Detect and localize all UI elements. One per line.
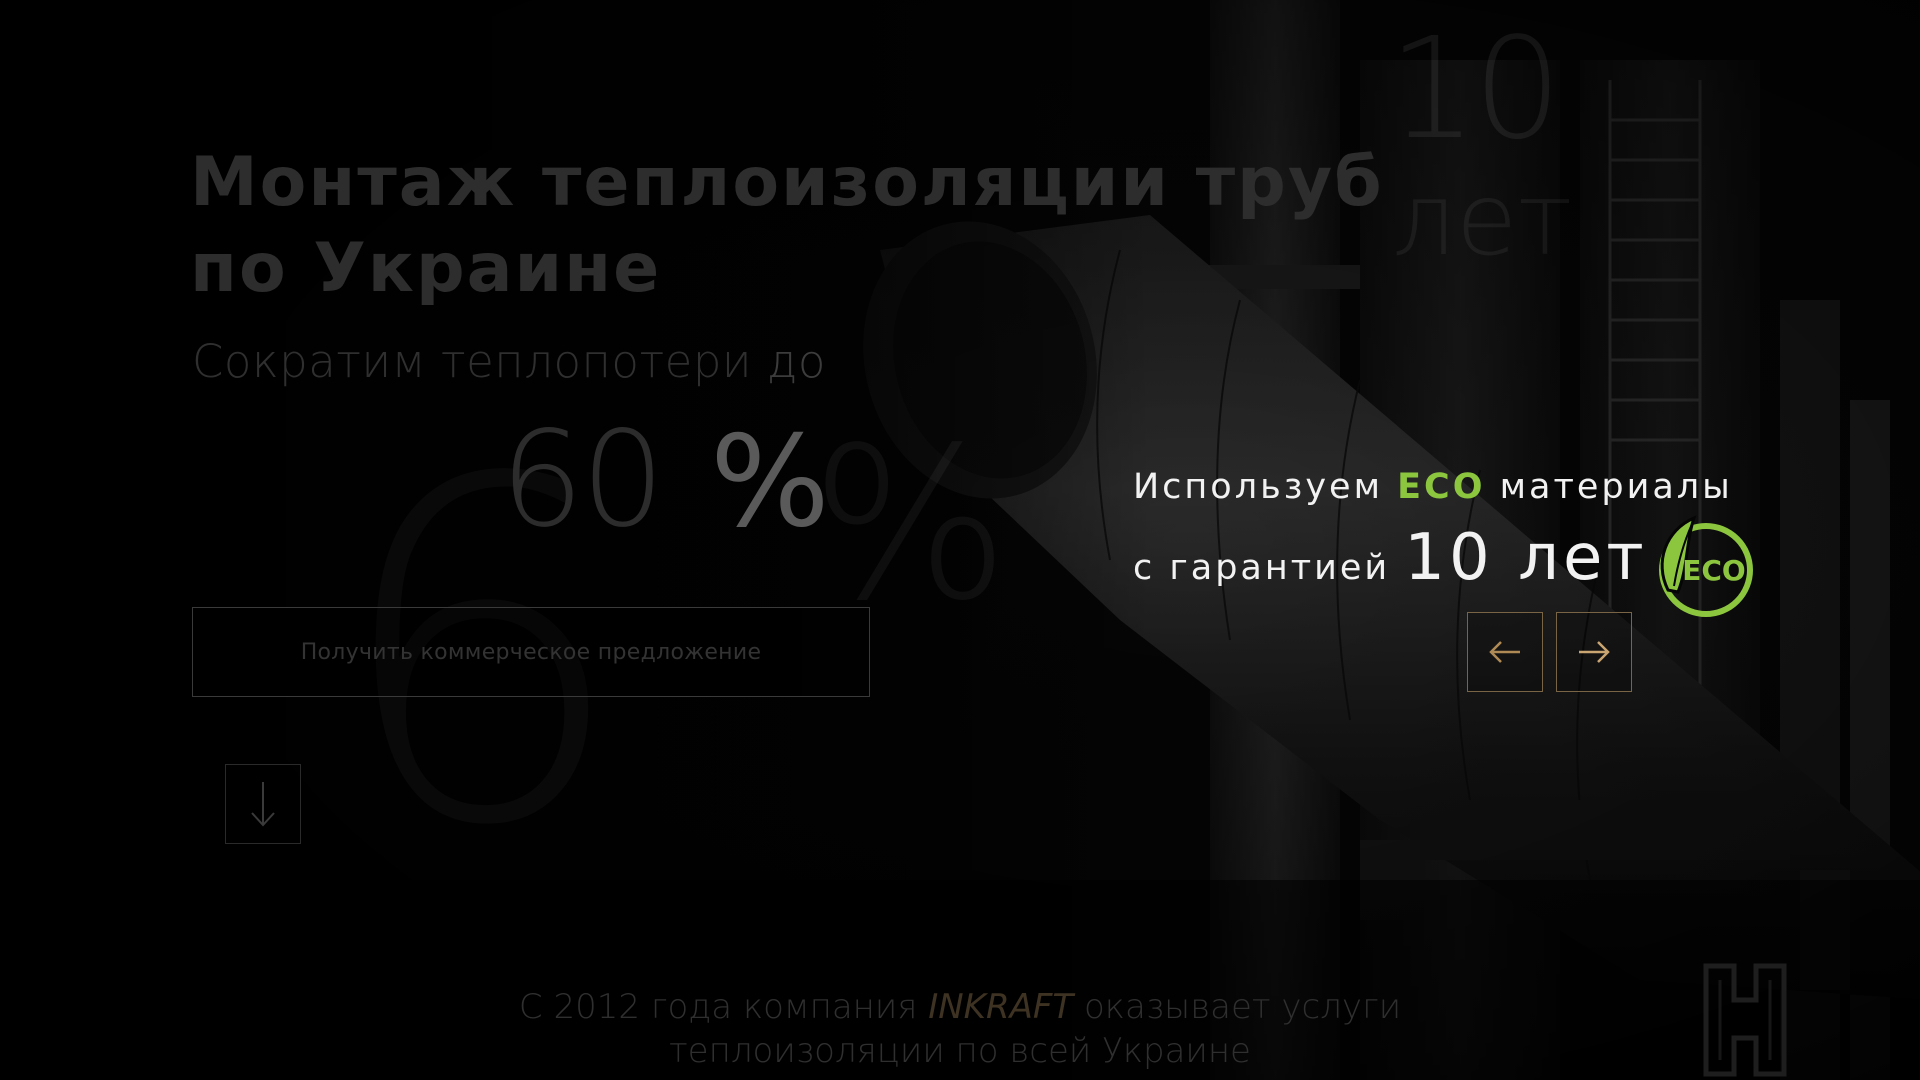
hero-screen: 10 лет 6 % Монтаж теплоизоляции труб по …: [0, 0, 1920, 1080]
commercial-offer-button[interactable]: Получить коммерческое предложение: [192, 607, 870, 697]
slide-warranty-years: 10 лет: [1404, 521, 1648, 595]
arrow-right-icon: [1579, 641, 1610, 663]
slider-next-button[interactable]: [1556, 612, 1632, 692]
scroll-down-button[interactable]: [225, 764, 301, 844]
slide-headline-line2: с гарантией 10 лет: [1133, 518, 1648, 608]
logo-mark-icon: [1703, 963, 1787, 1077]
slider-prev-button[interactable]: [1467, 612, 1543, 692]
slide-line1-suffix: материалы: [1485, 467, 1733, 507]
hero-value-unit: %: [709, 408, 830, 555]
arrow-left-icon: [1489, 641, 1520, 663]
slide-line1-prefix: Используем: [1133, 467, 1398, 507]
statement-prefix: С 2012 года компания: [518, 987, 929, 1027]
company-statement-line2: теплоизоляции по всей Украине: [669, 1031, 1251, 1071]
eco-badge-text: ECO: [1682, 554, 1745, 587]
eco-leaf-icon: ECO: [1659, 515, 1753, 617]
statement-suffix: оказывает услуги: [1073, 987, 1402, 1027]
hero-subtitle-text: Сократим теплопотери: [192, 335, 753, 388]
hero-subtitle-tail: до: [752, 335, 826, 388]
ghost-percent: %: [810, 402, 1010, 647]
ghost-number-10: 10: [1388, 8, 1562, 171]
hero-title: Монтаж теплоизоляции труб по Украине: [190, 143, 1384, 308]
brand-name: INKRAFT: [928, 987, 1074, 1027]
slide-headline-line1: Используем ECO материалы: [1133, 462, 1733, 512]
arrow-down-icon: [251, 782, 275, 827]
company-statement: С 2012 года компания INKRAFT оказывает у…: [0, 985, 1920, 1073]
company-statement-line1: С 2012 года компания INKRAFT оказывает у…: [0, 985, 1920, 1029]
hero-value-number: 60: [500, 403, 665, 557]
hero-value: 60%: [500, 405, 830, 557]
hero-subtitle: Сократим теплопотери до: [192, 332, 826, 392]
slide-line2-prefix: с гарантией: [1133, 548, 1405, 588]
slide-eco-accent: ECO: [1397, 467, 1486, 507]
